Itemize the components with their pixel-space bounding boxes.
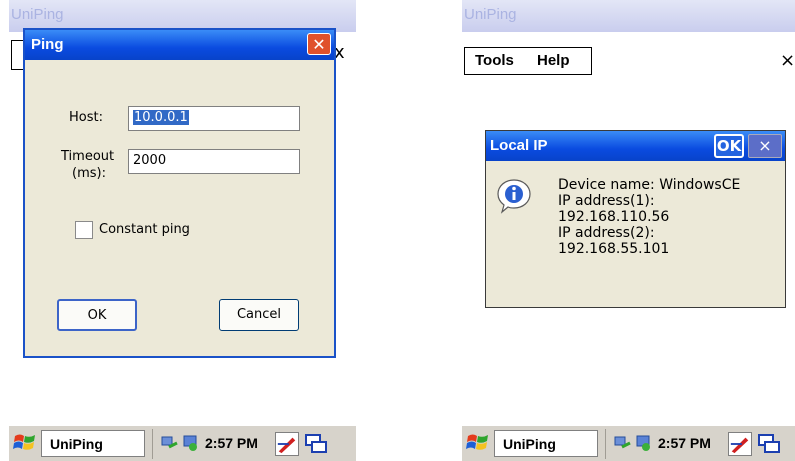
local-ip-dialog: Local IP OK × Device name: WindowsCE IP … [485,130,786,308]
ping-dialog: Ping ✕ Host: 10.0.0.1 Timeout (ms): 2000… [23,28,336,358]
taskbar: UniPing 2:57 PM [9,424,356,461]
network-icon[interactable] [614,434,632,452]
ip2-value-line: 192.168.55.101 [558,241,670,257]
timeout-value: 2000 [133,153,167,168]
sync-icon[interactable] [181,434,199,452]
window-title: UniPing [464,6,517,23]
taskbar-app-button[interactable]: UniPing [41,430,145,457]
clock[interactable]: 2:57 PM [658,435,711,451]
desktop-switch-icon[interactable] [758,434,780,454]
dialog-title: Ping [31,36,64,53]
window-title: UniPing [11,6,64,23]
ip1-label-line: IP address(1): [558,193,655,209]
dialog-titlebar: Ping ✕ [25,30,334,60]
info-icon [497,179,531,214]
system-tray: 2:57 PM [605,429,795,459]
ip1-value-line: 192.168.110.56 [558,209,670,225]
cancel-button[interactable]: Cancel [219,299,299,331]
sync-icon[interactable] [634,434,652,452]
dialog-titlebar: Local IP OK × [486,131,785,161]
pen-input-icon[interactable] [728,432,752,456]
ip2-label-line: IP address(2): [558,225,655,241]
menu-help[interactable]: Help [537,52,570,69]
desktop-switch-icon[interactable] [305,434,327,454]
close-button[interactable]: × [748,134,782,158]
close-button[interactable]: ✕ [307,33,331,55]
menu-tools[interactable]: Tools [475,52,514,69]
window-close-button[interactable]: × [780,50,795,71]
device-name-line: Device name: WindowsCE [558,177,741,193]
timeout-field[interactable]: 2000 [128,149,300,174]
clock[interactable]: 2:57 PM [205,435,258,451]
network-icon[interactable] [161,434,179,452]
ok-button[interactable]: OK [714,134,744,158]
left-screen: UniPing x Ping ✕ Host: 10.0.0.1 Timeout … [9,0,356,461]
taskbar-app-button[interactable]: UniPing [494,430,598,457]
right-screen: UniPing Tools Help × Local IP OK × Devic… [462,0,795,461]
host-label: Host: [69,110,103,125]
dialog-title: Local IP [490,137,548,154]
taskbar: UniPing 2:57 PM [462,424,795,461]
ok-button[interactable]: OK [57,299,137,331]
local-ip-message: Device name: WindowsCE IP address(1): 19… [558,177,740,257]
system-tray: 2:57 PM [152,429,349,459]
timeout-label-line2: (ms): [72,166,106,181]
timeout-label-line1: Timeout [61,149,115,164]
windows-flag-icon[interactable] [13,431,37,455]
menubar: Tools Help [464,47,592,75]
host-field[interactable]: 10.0.0.1 [128,106,300,131]
pen-input-icon[interactable] [275,432,299,456]
window-titlebar: UniPing [462,0,795,32]
host-value: 10.0.0.1 [133,110,189,125]
windows-flag-icon[interactable] [466,431,490,455]
constant-ping-label: Constant ping [99,222,190,237]
constant-ping-checkbox[interactable] [75,221,93,239]
